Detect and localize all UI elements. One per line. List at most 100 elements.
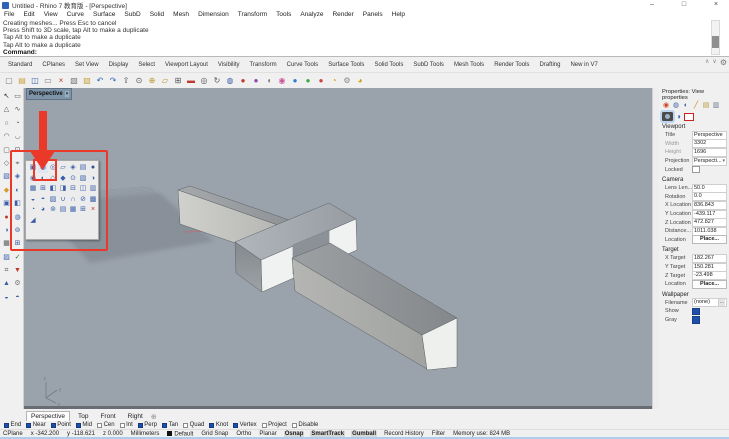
menu-item[interactable]: Render	[332, 11, 353, 18]
property-value[interactable]	[692, 308, 700, 316]
window-control-button[interactable]: –	[647, 0, 657, 10]
properties-tab-icon[interactable]: ◐	[682, 102, 690, 110]
viewport-canvas[interactable]: z y x	[24, 88, 652, 409]
osnap-toggle[interactable]: Tan	[162, 422, 178, 428]
tool-icon[interactable]: ○	[1, 117, 12, 130]
toolbar-icon[interactable]: ◖	[263, 75, 275, 87]
tool-icon[interactable]: ⊞	[12, 237, 23, 250]
flyout-tool-icon[interactable]: ⊙	[68, 174, 78, 184]
toolbar-icon[interactable]: ⇧	[120, 75, 132, 87]
tool-icon[interactable]: ◈	[12, 170, 23, 183]
toolbar-tab[interactable]: Visibility	[218, 62, 240, 68]
tool-icon[interactable]: ▢	[1, 144, 12, 157]
osnap-checkbox[interactable]	[4, 423, 9, 428]
command-scrollbar[interactable]	[711, 20, 720, 55]
osnap-toggle[interactable]: Mid	[76, 422, 92, 428]
window-control-button[interactable]: □	[679, 0, 689, 10]
toolbar-icon[interactable]: ⊕	[146, 75, 158, 87]
toolbar-icon[interactable]: ▭	[42, 75, 54, 87]
toolbar-tab[interactable]: Standard	[8, 62, 32, 68]
flyout-tool-icon[interactable]: ◐	[38, 174, 48, 184]
tool-icon[interactable]: ◇	[1, 157, 12, 170]
flyout-tool-icon[interactable]: ◉	[28, 174, 38, 184]
osnap-toggle[interactable]: Project	[262, 422, 287, 428]
toolbar-tab[interactable]: SubD Tools	[413, 62, 444, 68]
properties-tab-icon[interactable]: ▤	[702, 102, 710, 110]
gear-icon[interactable]: ⚙	[720, 58, 727, 67]
osnap-toggle[interactable]: End	[4, 422, 21, 428]
osnap-toggle[interactable]: Int	[120, 422, 133, 428]
toolbar-icon[interactable]: ◫	[29, 75, 41, 87]
tool-icon[interactable]: ▨	[1, 251, 12, 264]
flyout-tool-icon[interactable]: ◍	[38, 163, 48, 173]
menu-item[interactable]: Mesh	[173, 11, 189, 18]
flyout-tool-icon[interactable]: ▣	[28, 163, 38, 173]
chevron-down-icon[interactable]: ▾	[65, 91, 70, 97]
toolbar-icon[interactable]: ⊞	[172, 75, 184, 87]
viewport-scrollbar[interactable]	[652, 88, 659, 409]
tool-icon[interactable]: ⌗	[1, 264, 12, 277]
tool-icon[interactable]: ●	[1, 211, 12, 224]
toolbar-icon[interactable]: ⚙	[341, 75, 353, 87]
viewport-rect-icon[interactable]	[684, 113, 694, 121]
property-value[interactable]	[692, 166, 700, 174]
flyout-tool-icon[interactable]: ◎	[48, 163, 58, 173]
osnap-toggle[interactable]: Quad	[183, 422, 204, 428]
toolbar-icon[interactable]: ↶	[94, 75, 106, 87]
menu-item[interactable]: Analyze	[300, 11, 323, 18]
flyout-tool-icon[interactable]: ◢	[28, 216, 38, 226]
flyout-tool-icon[interactable]: ▤	[58, 205, 68, 215]
osnap-checkbox[interactable]	[162, 423, 167, 428]
flyout-tool-icon[interactable]: ⊚	[48, 205, 58, 215]
toolbar-icon[interactable]: ●	[315, 75, 327, 87]
flyout-tool-icon[interactable]: ▤	[78, 163, 88, 173]
toolbar-tab[interactable]: New in V7	[570, 62, 597, 68]
scroll-up-icon[interactable]: ∧	[705, 60, 709, 65]
tool-icon[interactable]: ∿	[12, 103, 23, 116]
window-control-button[interactable]: ×	[711, 0, 721, 10]
material-icon[interactable]: ◑	[676, 112, 681, 121]
property-value[interactable]: Place...	[692, 235, 727, 244]
tool-icon[interactable]: ◆	[1, 184, 12, 197]
flyout-tool-icon[interactable]: ◔	[28, 205, 38, 215]
camera-icon[interactable]	[662, 112, 673, 121]
toolbar-icon[interactable]: ◍	[224, 75, 236, 87]
tool-icon[interactable]: ◍	[12, 211, 23, 224]
flyout-tool-icon[interactable]: ◒	[28, 195, 38, 205]
menu-item[interactable]: Panels	[363, 11, 383, 18]
tool-icon[interactable]: ▧	[1, 170, 12, 183]
tool-icon[interactable]: ◡	[12, 130, 23, 143]
toolbar-tab[interactable]: Surface Tools	[328, 62, 364, 68]
osnap-checkbox[interactable]	[209, 423, 214, 428]
tool-icon[interactable]: ◓	[12, 291, 23, 304]
flyout-tool-icon[interactable]: ◓	[38, 195, 48, 205]
tool-icon[interactable]: ▼	[12, 264, 23, 277]
toolbar-icon[interactable]: ▢	[3, 75, 15, 87]
menu-item[interactable]: Surface	[93, 11, 115, 18]
osnap-toggle[interactable]: Knot	[209, 422, 228, 428]
properties-tab-icon[interactable]: ◉	[662, 102, 670, 110]
add-viewport-icon[interactable]: ⊕	[151, 413, 157, 421]
flyout-tool-icon[interactable]: ⊞	[78, 205, 88, 215]
toolbar-icon[interactable]: ●	[250, 75, 262, 87]
osnap-checkbox[interactable]	[233, 423, 238, 428]
toolbar-icon[interactable]: ↻	[211, 75, 223, 87]
menu-item[interactable]: Curve	[67, 11, 84, 18]
toolbar-icon[interactable]: ◔	[328, 75, 340, 87]
properties-tab-icon[interactable]: ╱	[692, 102, 700, 110]
osnap-checkbox[interactable]	[292, 423, 297, 428]
flyout-tool-icon[interactable]: ▱	[58, 163, 68, 173]
menu-item[interactable]: View	[44, 11, 58, 18]
property-value[interactable]: Place...	[692, 280, 727, 289]
properties-tab-icon[interactable]: ◍	[672, 102, 680, 110]
osnap-checkbox[interactable]	[76, 423, 81, 428]
menu-item[interactable]: Dimension	[198, 11, 229, 18]
viewport-title-tab[interactable]: Perspective ▾	[26, 88, 72, 100]
toolbar-icon[interactable]: ▱	[159, 75, 171, 87]
osnap-checkbox[interactable]	[183, 423, 188, 428]
tool-icon[interactable]: ◐	[12, 184, 23, 197]
tool-icon[interactable]: ⌖	[12, 157, 23, 170]
tool-icon[interactable]: ◒	[1, 291, 12, 304]
toolbar-tab[interactable]: Drafting	[539, 62, 560, 68]
menu-item[interactable]: Edit	[23, 11, 34, 18]
